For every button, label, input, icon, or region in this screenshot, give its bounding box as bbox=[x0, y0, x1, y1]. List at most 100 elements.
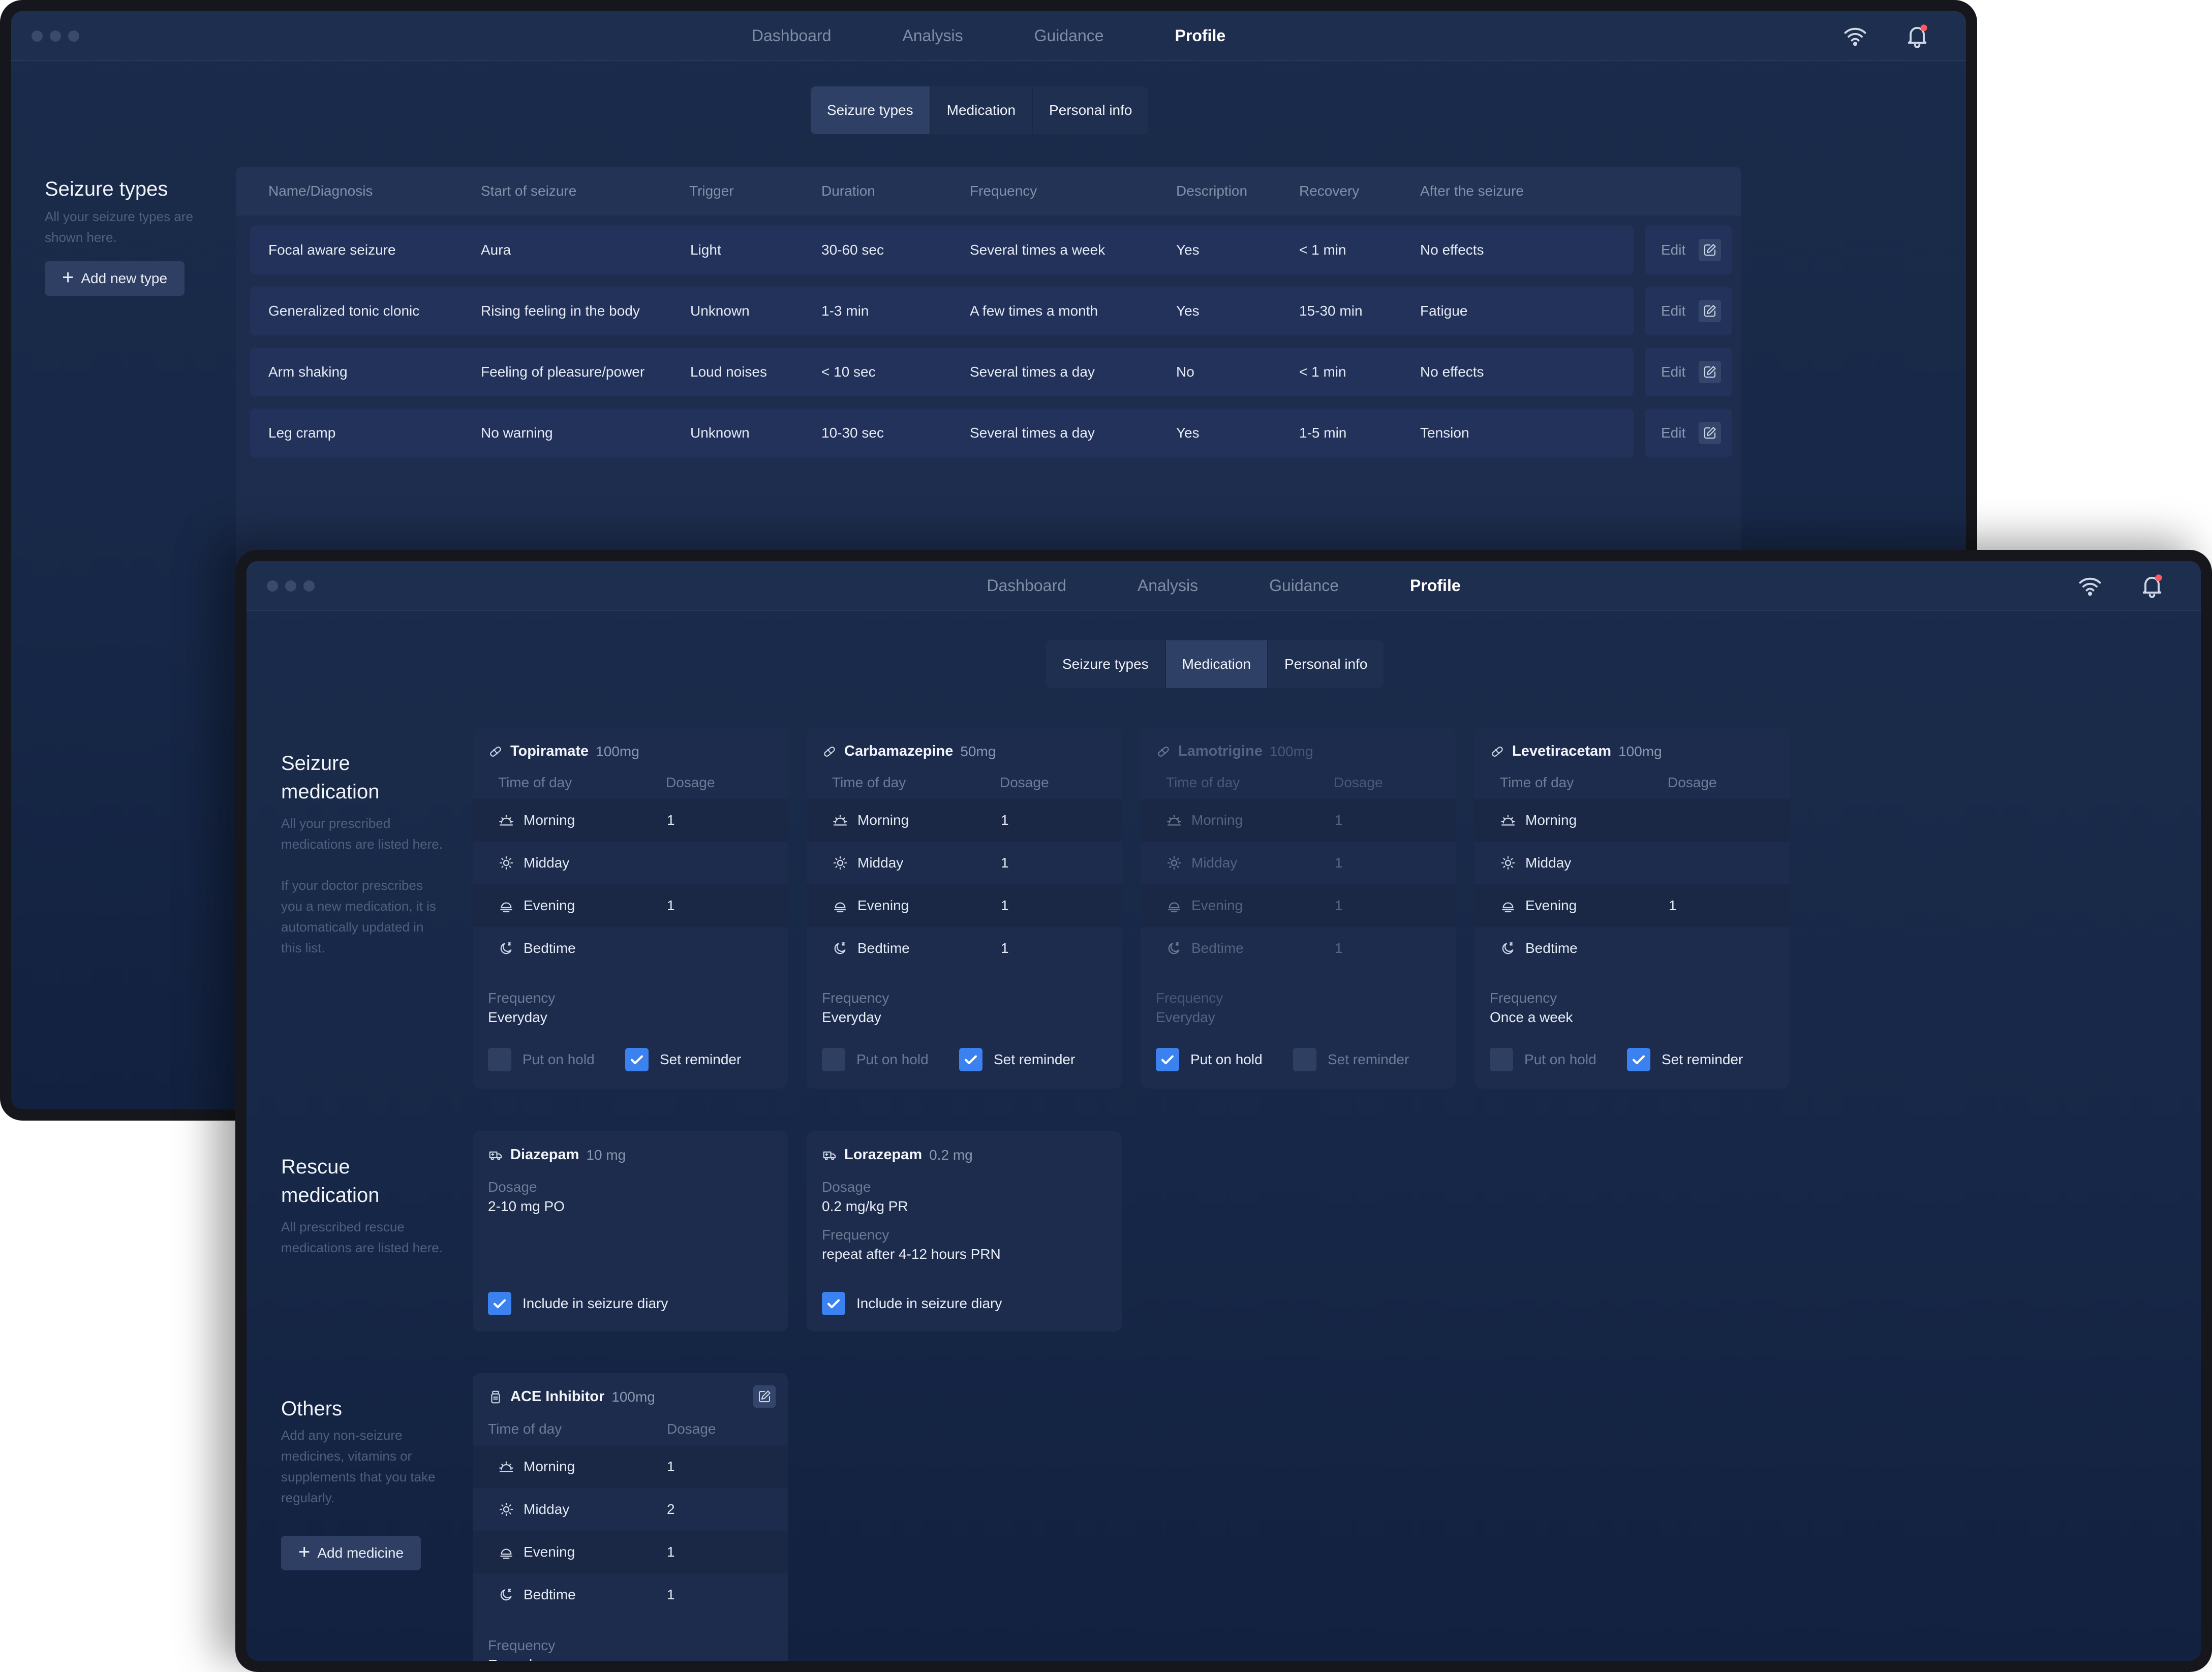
checkbox[interactable] bbox=[822, 1292, 845, 1315]
card-header: ACE Inhibitor 100mg bbox=[488, 1388, 655, 1405]
include-in-diary-checkbox[interactable]: Include in seizure diary bbox=[488, 1292, 668, 1315]
seizure-medication-intro: Seizure medication All your prescribed m… bbox=[281, 749, 444, 958]
nav-profile[interactable]: Profile bbox=[1410, 576, 1461, 595]
table-row[interactable]: Arm shaking Feeling of pleasure/power Loud… bbox=[250, 348, 1634, 396]
profile-tabs: Seizure types Medication Personal info bbox=[1046, 640, 1384, 688]
edit-button[interactable]: Edit bbox=[1645, 348, 1732, 396]
put-on-hold-checkbox[interactable]: Put on hold bbox=[488, 1048, 595, 1071]
bell-icon[interactable] bbox=[2139, 572, 2165, 599]
dosage-value: 1 bbox=[1335, 855, 1343, 871]
table-row[interactable]: Generalized tonic clonic Rising feeling i… bbox=[250, 287, 1634, 335]
column-header[interactable]: After the seizure bbox=[1420, 183, 1524, 199]
edit-button[interactable]: Edit bbox=[1645, 226, 1732, 274]
schedule-row: Morning bbox=[1474, 799, 1790, 842]
edit-icon-box[interactable] bbox=[1699, 239, 1721, 261]
tab-seizure-types[interactable]: Seizure types bbox=[811, 86, 931, 134]
checkbox[interactable] bbox=[488, 1048, 511, 1071]
top-icons bbox=[2077, 572, 2165, 599]
set-reminder-checkbox[interactable]: Set reminder bbox=[625, 1048, 741, 1071]
edit-icon-box[interactable] bbox=[1699, 361, 1721, 383]
column-header[interactable]: Start of seizure bbox=[481, 183, 576, 199]
checkbox-label: Include in seizure diary bbox=[523, 1295, 668, 1311]
column-header[interactable]: Name/Diagnosis bbox=[268, 183, 373, 199]
pill-icon bbox=[1492, 746, 1503, 757]
seizure-medication-card[interactable]: Carbamazepine 50mg Time of day Dosage Mornin… bbox=[807, 728, 1122, 1089]
tab-personal-info[interactable]: Personal info bbox=[1268, 640, 1384, 688]
add-new-type-button[interactable]: + Add new type bbox=[45, 261, 185, 296]
nav-profile[interactable]: Profile bbox=[1175, 26, 1226, 45]
nav-analysis[interactable]: Analysis bbox=[1138, 576, 1198, 595]
set-reminder-checkbox[interactable]: Set reminder bbox=[1627, 1048, 1743, 1071]
edit-button[interactable]: Edit bbox=[1645, 409, 1732, 457]
edit-icon-box[interactable] bbox=[1699, 422, 1721, 444]
medication-dose: 50mg bbox=[960, 743, 996, 759]
seizure-medication-card[interactable]: Lamotrigine 100mg Time of day Dosage Morning… bbox=[1141, 728, 1456, 1089]
frequency-value: Everyday bbox=[488, 1009, 547, 1025]
edit-icon-box[interactable] bbox=[1699, 300, 1721, 322]
table-cell: No bbox=[1176, 364, 1194, 380]
nav-guidance[interactable]: Guidance bbox=[1034, 26, 1104, 45]
nav-dashboard[interactable]: Dashboard bbox=[987, 576, 1066, 595]
edit-button[interactable]: Edit bbox=[1645, 287, 1732, 335]
tab-medication[interactable]: Medication bbox=[931, 86, 1033, 134]
wifi-icon[interactable] bbox=[1842, 22, 1868, 49]
tab-seizure-types[interactable]: Seizure types bbox=[1046, 640, 1166, 688]
include-in-diary-checkbox[interactable]: Include in seizure diary bbox=[822, 1292, 1002, 1315]
medication-dose: 100mg bbox=[596, 743, 639, 759]
rescue-medication-card[interactable]: Lorazepam 0.2 mg Dosage 0.2 mg/kg PR Frequen… bbox=[807, 1131, 1122, 1332]
checkbox[interactable] bbox=[1156, 1048, 1179, 1071]
seizure-medication-card[interactable]: Levetiracetam 100mg Time of day Dosage Morni… bbox=[1474, 728, 1790, 1089]
table-row[interactable]: Leg cramp No warning Unknown 10-30 sec Sever… bbox=[250, 409, 1634, 457]
card-header: Lorazepam 0.2 mg bbox=[822, 1147, 973, 1163]
time-label: Bedtime bbox=[857, 940, 910, 956]
set-reminder-checkbox[interactable]: Set reminder bbox=[1293, 1048, 1409, 1071]
bell-icon[interactable] bbox=[1904, 22, 1930, 49]
time-label: Bedtime bbox=[524, 940, 576, 956]
dosage-value: 1 bbox=[667, 1544, 675, 1560]
top-icons bbox=[1842, 22, 1930, 49]
table-cell: 1-3 min bbox=[821, 303, 869, 319]
table-cell: A few times a month bbox=[970, 303, 1098, 319]
checkbox[interactable] bbox=[959, 1048, 982, 1071]
column-header[interactable]: Trigger bbox=[689, 183, 734, 199]
checkbox[interactable] bbox=[1627, 1048, 1650, 1071]
wifi-icon[interactable] bbox=[2077, 572, 2103, 599]
time-label: Midday bbox=[1525, 855, 1572, 871]
section-description: Add any non-seizure medicines, vitamins … bbox=[281, 1428, 436, 1505]
column-header[interactable]: Duration bbox=[821, 183, 875, 199]
rescue-medication-card[interactable]: Diazepam 10 mg Dosage 2-10 mg PO Include in … bbox=[473, 1131, 788, 1332]
checkbox[interactable] bbox=[822, 1048, 845, 1071]
time-of-day-header: Time of day bbox=[488, 1421, 562, 1437]
edit-icon bbox=[1704, 305, 1716, 317]
other-medicine-card[interactable]: ACE Inhibitor 100mg Time of day Dosage Morni… bbox=[473, 1373, 788, 1661]
nav-dashboard[interactable]: Dashboard bbox=[752, 26, 832, 45]
column-header[interactable]: Recovery bbox=[1299, 183, 1359, 199]
column-header[interactable]: Frequency bbox=[970, 183, 1037, 199]
add-medicine-button[interactable]: + Add medicine bbox=[281, 1536, 421, 1570]
dosage-header: Dosage bbox=[1668, 775, 1717, 790]
edit-icon bbox=[1704, 244, 1716, 256]
checkbox[interactable] bbox=[1490, 1048, 1513, 1071]
checkbox[interactable] bbox=[1293, 1048, 1316, 1071]
checkbox[interactable] bbox=[488, 1292, 511, 1315]
nav-analysis[interactable]: Analysis bbox=[902, 26, 963, 45]
put-on-hold-checkbox[interactable]: Put on hold bbox=[1156, 1048, 1263, 1071]
tab-medication[interactable]: Medication bbox=[1165, 640, 1269, 688]
frequency-label: Frequency bbox=[822, 1227, 889, 1243]
put-on-hold-checkbox[interactable]: Put on hold bbox=[1490, 1048, 1596, 1071]
time-label: Midday bbox=[1191, 855, 1238, 871]
seizure-medication-card[interactable]: Topiramate 100mg Time of day Dosage Morning 1… bbox=[473, 728, 788, 1089]
others-intro: Others Add any non-seizure medicines, vi… bbox=[281, 1395, 444, 1570]
nav-guidance[interactable]: Guidance bbox=[1269, 576, 1339, 595]
table-row[interactable]: Focal aware seizure Aura Light 30-60 sec Sev… bbox=[250, 226, 1634, 274]
checkbox[interactable] bbox=[625, 1048, 649, 1071]
dosage-value: 0.2 mg/kg PR bbox=[822, 1198, 908, 1214]
column-header[interactable]: Description bbox=[1176, 183, 1247, 199]
button-label: Add new type bbox=[81, 270, 168, 286]
edit-button[interactable] bbox=[753, 1385, 776, 1408]
put-on-hold-checkbox[interactable]: Put on hold bbox=[822, 1048, 929, 1071]
set-reminder-checkbox[interactable]: Set reminder bbox=[959, 1048, 1075, 1071]
edit-icon bbox=[758, 1390, 771, 1403]
table-cell: 10-30 sec bbox=[821, 425, 884, 441]
tab-personal-info[interactable]: Personal info bbox=[1033, 86, 1148, 134]
